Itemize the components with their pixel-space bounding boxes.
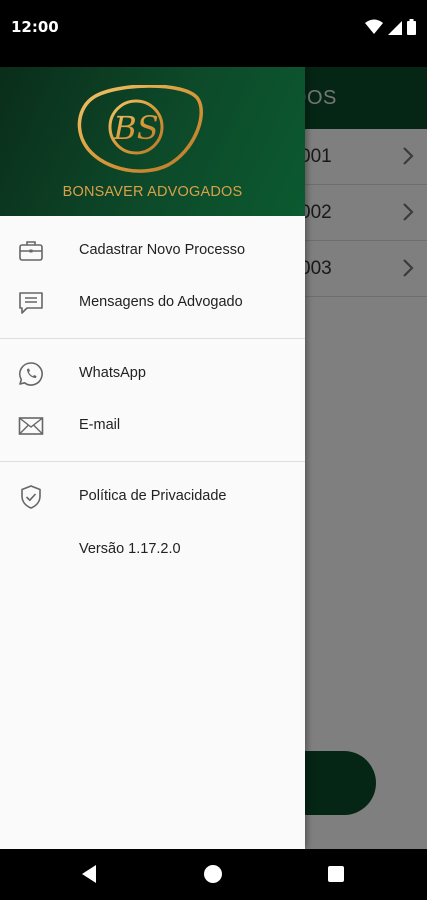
menu-item-label: Mensagens do Advogado	[79, 294, 243, 310]
menu-item-email[interactable]: E-mail	[0, 400, 305, 452]
app-version: Versão 1.17.2.0	[79, 541, 181, 557]
brand-logo-icon: BS	[77, 85, 203, 173]
recents-icon[interactable]	[328, 866, 344, 882]
signal-icon	[388, 21, 402, 35]
menu-item-label: Cadastrar Novo Processo	[79, 242, 246, 258]
wifi-icon	[365, 19, 383, 34]
status-time: 12:00	[11, 18, 59, 36]
home-icon[interactable]	[204, 865, 222, 883]
whatsapp-icon	[18, 362, 43, 386]
brand-name: BONSAVER ADVOGADOS	[62, 184, 243, 200]
menu-item-whatsapp[interactable]: WhatsApp	[0, 348, 305, 400]
navigation-drawer: BS BONSAVER ADVOGADOS Cadastrar Novo Pro…	[0, 67, 305, 849]
menu-item-label: E-mail	[79, 417, 121, 433]
mail-icon	[18, 417, 44, 435]
menu-item-label: WhatsApp	[79, 365, 146, 381]
menu-item-cadastrar-processo[interactable]: Cadastrar Novo Processo	[0, 225, 305, 277]
divider	[0, 461, 305, 462]
system-nav-bar	[0, 849, 427, 900]
back-icon[interactable]	[80, 864, 98, 884]
drawer-header: BS BONSAVER ADVOGADOS	[0, 67, 305, 216]
battery-icon	[407, 19, 416, 35]
briefcase-icon	[19, 241, 43, 261]
chat-icon	[19, 292, 43, 314]
brand-logo-letters: BS	[112, 109, 158, 147]
menu-item-label: Política de Privacidade	[79, 488, 227, 504]
divider	[0, 338, 305, 339]
status-bar: 12:00	[0, 0, 427, 67]
menu-item-mensagens-advogado[interactable]: Mensagens do Advogado	[0, 277, 305, 329]
status-icons	[365, 18, 416, 36]
menu-item-politica-privacidade[interactable]: Política de Privacidade	[0, 471, 305, 523]
shield-check-icon	[21, 485, 41, 509]
